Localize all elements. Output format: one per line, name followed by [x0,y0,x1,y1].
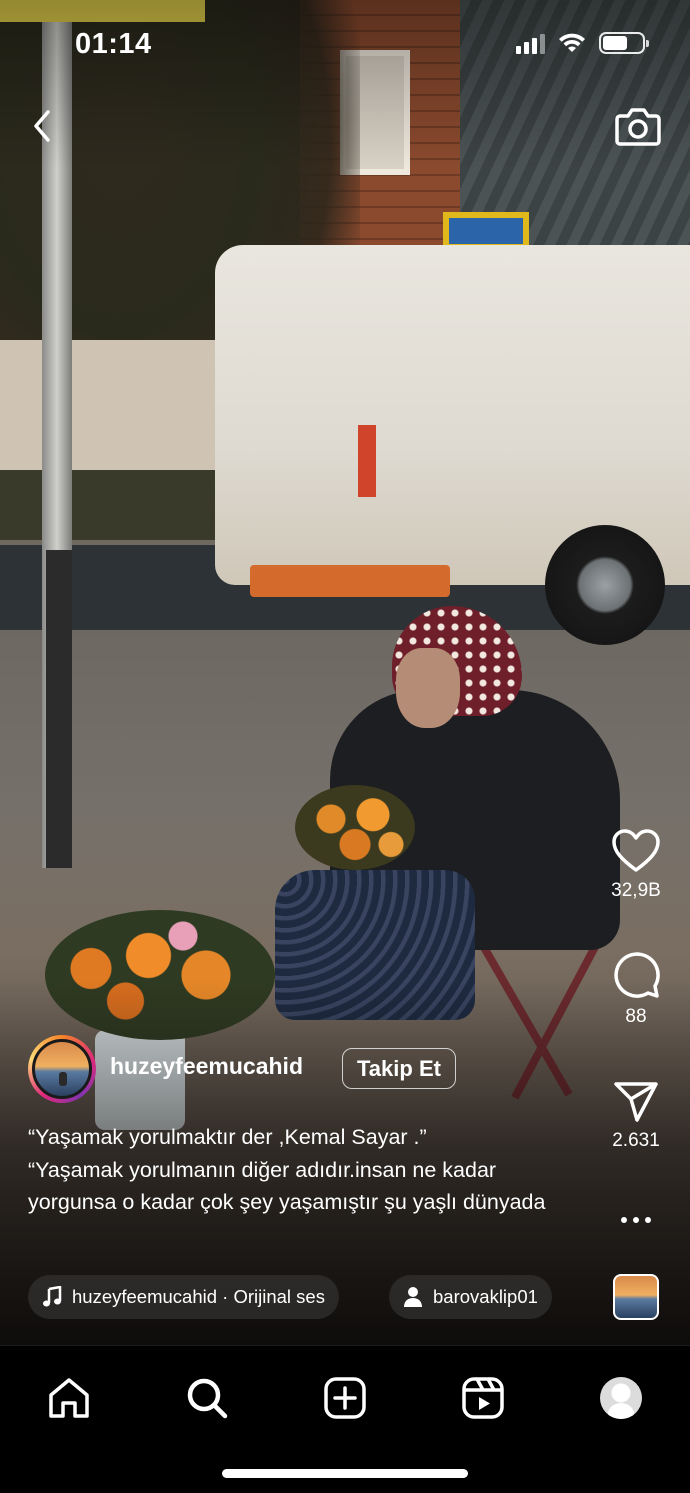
create-icon [324,1377,366,1419]
tagged-user-label: barovaklip01 [433,1286,538,1307]
back-button[interactable] [22,104,62,148]
share-count: 2.631 [612,1130,660,1151]
like-action[interactable]: 32,9B [596,828,676,902]
nav-reels[interactable] [453,1368,513,1428]
audio-chip[interactable]: huzeyfeemucahid · Orijinal ses [28,1275,339,1319]
nav-profile[interactable] [591,1368,651,1428]
camera-icon [615,108,661,146]
music-note-icon [43,1286,62,1307]
cellular-signal-icon [516,32,545,54]
author-avatar-image [32,1039,92,1099]
chevron-left-icon [34,110,50,142]
tagged-user-chip[interactable]: barovaklip01 [389,1275,552,1319]
author-username[interactable]: huzeyfeemucahid [110,1053,303,1080]
audio-label: huzeyfeemucahid · Orijinal ses [72,1286,325,1307]
video-wall [0,340,230,490]
share-action[interactable]: 2.631 [596,1080,676,1152]
home-icon [49,1378,89,1418]
nav-create[interactable] [315,1368,375,1428]
video-van-wheel [545,525,665,645]
heart-icon [612,829,660,872]
more-options-button[interactable] [596,1206,676,1234]
video-flowers-bouquet [295,785,415,870]
top-gradient [0,0,690,170]
profile-avatar [600,1377,642,1419]
person-icon [404,1287,422,1307]
reel-caption[interactable]: “Yaşamak yorulmaktır der ,Kemal Sayar .”… [28,1121,588,1219]
camera-button[interactable] [612,100,664,152]
video-van-light [358,425,376,497]
caption-line: “Yaşamak yorulmaktır der ,Kemal Sayar .” [28,1125,427,1149]
status-time: 01:14 [75,28,152,60]
video-van-bumper [250,565,450,597]
audio-thumbnail[interactable] [613,1274,659,1320]
nav-search[interactable] [177,1368,237,1428]
comment-action[interactable]: 88 [596,950,676,1028]
home-indicator [222,1469,468,1478]
send-icon [614,1082,658,1122]
video-woman-face [396,648,460,728]
more-dots-icon [621,1217,651,1223]
like-count: 32,9B [611,880,661,901]
comment-bubble-icon [614,952,660,998]
author-avatar[interactable] [28,1035,96,1103]
search-icon [187,1378,228,1419]
comment-count: 88 [625,1006,647,1027]
reels-icon [462,1377,504,1419]
battery-icon [599,32,649,54]
nav-home[interactable] [39,1368,99,1428]
follow-button[interactable]: Takip Et [342,1048,456,1089]
caption-line: “Yaşamak yorulmanın diğer adıdır.insan n… [28,1157,546,1215]
status-icons [516,32,649,54]
video-grass [0,470,240,540]
video-pole-base [46,550,72,868]
wifi-icon [559,33,585,52]
